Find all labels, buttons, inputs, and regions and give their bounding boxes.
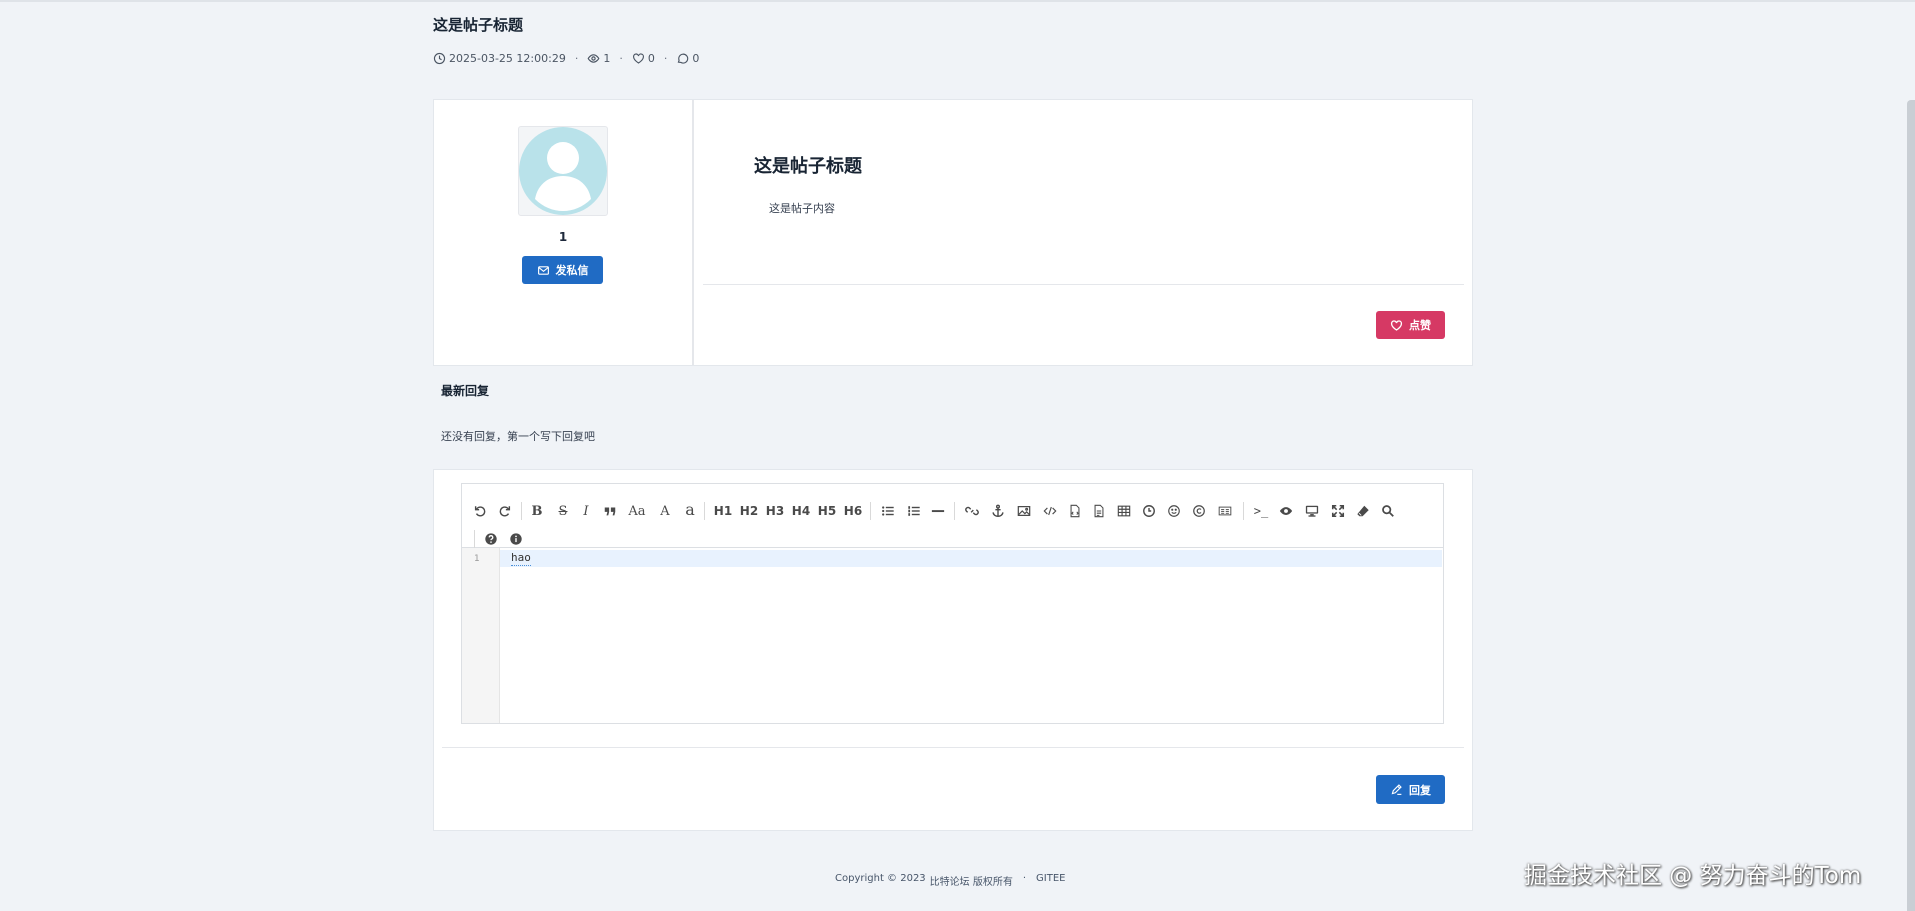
h5-icon[interactable]: H5 xyxy=(817,501,837,521)
meta-datetime: 2025-03-25 12:00:29 xyxy=(433,52,566,65)
post-content-title: 这是帖子标题 xyxy=(754,156,862,177)
clock-icon xyxy=(433,52,446,65)
horizontal-rule-icon[interactable] xyxy=(931,501,945,521)
pagebreak-icon[interactable] xyxy=(1216,501,1234,521)
terminal-icon[interactable]: >_ xyxy=(1252,501,1270,521)
like-button[interactable]: 点赞 xyxy=(1376,311,1445,339)
eye-icon[interactable] xyxy=(1278,501,1294,521)
h3-icon[interactable]: H3 xyxy=(765,501,785,521)
reply-submit-button[interactable]: 回复 xyxy=(1376,775,1445,804)
meta-views: 1 xyxy=(587,52,610,65)
eraser-icon[interactable] xyxy=(1355,501,1371,521)
page-title: 这是帖子标题 xyxy=(433,16,524,34)
replies-heading: 最新回复 xyxy=(441,384,490,398)
table-icon[interactable] xyxy=(1116,501,1132,521)
help-icon[interactable] xyxy=(484,529,498,549)
undo-icon[interactable] xyxy=(472,501,488,521)
divider xyxy=(703,284,1464,285)
datetime-icon[interactable] xyxy=(1142,501,1156,521)
footer-copyright: Copyright © 2023 xyxy=(835,873,926,884)
eye-icon xyxy=(587,54,600,63)
info-icon[interactable] xyxy=(509,529,523,549)
user-avatar-icon xyxy=(519,127,607,215)
case-icon[interactable]: Aa xyxy=(626,501,648,521)
edit-icon xyxy=(1391,784,1402,795)
divider xyxy=(442,747,1464,748)
mail-icon xyxy=(537,265,549,275)
h2-icon[interactable]: H2 xyxy=(739,501,759,521)
code-block-icon[interactable] xyxy=(1068,501,1082,521)
image-icon[interactable] xyxy=(1016,501,1032,521)
top-border xyxy=(0,0,1915,2)
meta-comments: 0 xyxy=(676,52,699,65)
footer: Copyright © 2023 比特论坛 版权所有 · GITEE xyxy=(835,873,1066,888)
footer-site-name[interactable]: 比特论坛 版权所有 xyxy=(930,873,1013,888)
active-line-highlight[interactable] xyxy=(500,550,1442,567)
copyright-icon[interactable] xyxy=(1192,501,1206,521)
no-replies-text: 还没有回复，第一个写下回复吧 xyxy=(441,430,595,443)
watermark: 掘金技术社区 @ 努力奋斗的Tom xyxy=(1524,863,1862,889)
fullscreen-icon[interactable] xyxy=(1330,501,1346,521)
lowercase-icon[interactable]: a xyxy=(684,499,696,519)
h1-icon[interactable]: H1 xyxy=(713,501,733,521)
quote-icon[interactable] xyxy=(603,501,617,521)
avatar[interactable] xyxy=(518,126,608,216)
desktop-icon[interactable] xyxy=(1304,501,1320,521)
h6-icon[interactable]: H6 xyxy=(843,501,863,521)
line-number: 1 xyxy=(474,554,480,564)
unordered-list-icon[interactable] xyxy=(880,501,896,521)
author-name: 1 xyxy=(558,230,568,244)
comment-icon xyxy=(677,53,689,64)
meta-likes: 0 xyxy=(632,52,655,65)
post-content-body: 这是帖子内容 xyxy=(769,202,835,215)
uppercase-icon[interactable]: A xyxy=(658,501,672,521)
redo-icon[interactable] xyxy=(497,501,513,521)
reply-editor-card: B S I Aa A a H1 H2 H3 H4 H5 H6 >_ 1 hao … xyxy=(433,469,1473,831)
heart-icon xyxy=(1390,319,1403,331)
scrollbar[interactable] xyxy=(1907,100,1915,911)
italic-icon[interactable]: I xyxy=(580,501,592,521)
author-panel: 1 发私信 xyxy=(434,100,694,365)
bold-icon[interactable]: B xyxy=(530,501,544,521)
send-message-button[interactable]: 发私信 xyxy=(522,256,603,284)
preformatted-icon[interactable] xyxy=(1092,501,1106,521)
strikethrough-icon[interactable]: S xyxy=(556,501,570,521)
search-icon[interactable] xyxy=(1380,501,1396,521)
heart-icon xyxy=(632,53,644,64)
footer-gitee-link[interactable]: GITEE xyxy=(1036,873,1065,888)
ordered-list-icon[interactable] xyxy=(906,501,922,521)
code-inline-icon[interactable] xyxy=(1042,501,1058,521)
line-gutter: 1 xyxy=(462,548,500,723)
anchor-icon[interactable] xyxy=(990,501,1006,521)
link-icon[interactable] xyxy=(964,501,980,521)
markdown-editor: B S I Aa A a H1 H2 H3 H4 H5 H6 >_ 1 hao xyxy=(461,483,1444,724)
h4-icon[interactable]: H4 xyxy=(791,501,811,521)
post-meta: 2025-03-25 12:00:29 · 1 · 0 · 0 xyxy=(433,52,699,65)
editor-toolbar: B S I Aa A a H1 H2 H3 H4 H5 H6 >_ xyxy=(462,484,1443,548)
editor-text[interactable]: hao xyxy=(511,551,531,566)
footer-separator: · xyxy=(1022,873,1027,884)
post-card: 1 发私信 这是帖子标题 这是帖子内容 点赞 xyxy=(433,99,1473,366)
emoji-icon[interactable] xyxy=(1167,501,1181,521)
